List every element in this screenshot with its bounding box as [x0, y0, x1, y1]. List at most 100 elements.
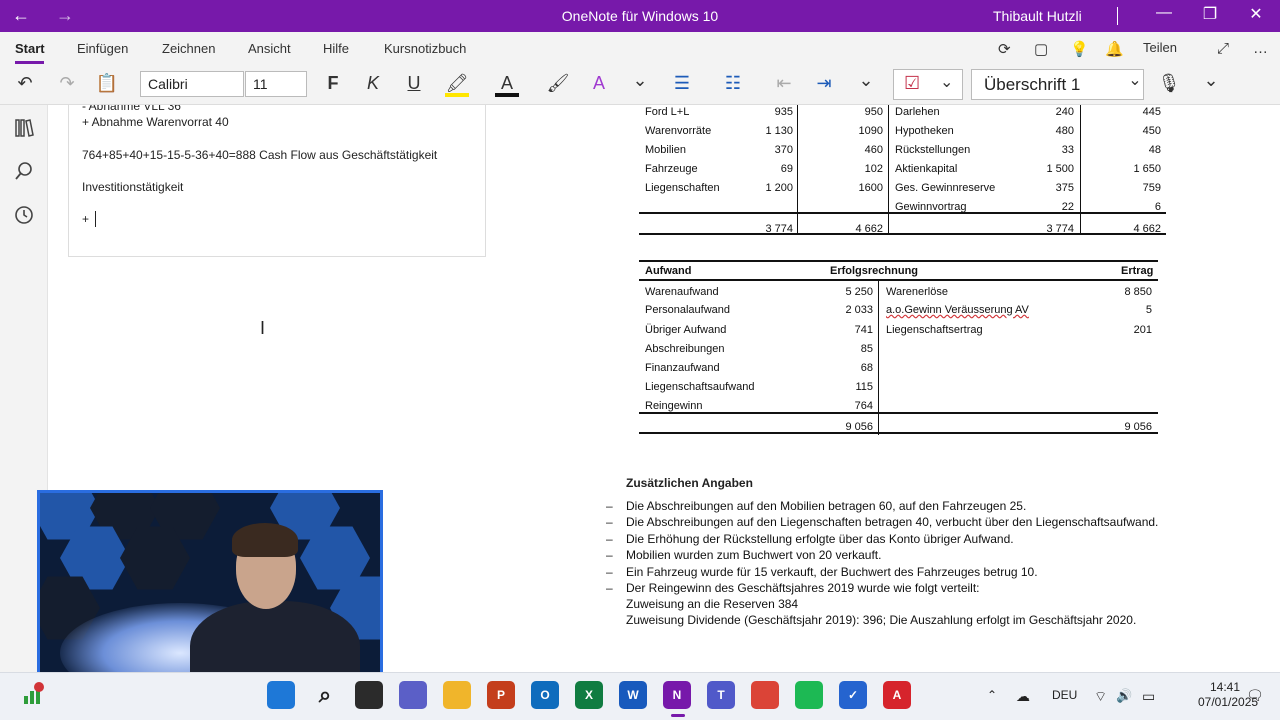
powerpoint-icon[interactable]: P	[487, 681, 515, 709]
excel-icon[interactable]: X	[575, 681, 603, 709]
meet-icon[interactable]	[399, 681, 427, 709]
numbering-icon[interactable]: ☷	[721, 73, 745, 94]
word-icon[interactable]: W	[619, 681, 647, 709]
bell-icon[interactable]: 🔔	[1105, 40, 1124, 58]
outlook-icon[interactable]: O	[531, 681, 559, 709]
idea-icon[interactable]: 💡	[1070, 40, 1089, 58]
mic-icon[interactable]: 🎙	[1157, 73, 1181, 94]
more-icon[interactable]: …	[1253, 40, 1268, 57]
ertrag-label: Warenerlöse	[886, 286, 948, 298]
todo-tag-dropdown[interactable]: ☑ ⌄	[893, 69, 963, 100]
recent-icon[interactable]	[12, 204, 36, 228]
expand-icon[interactable]: ⤢	[1217, 40, 1229, 57]
list-item[interactable]: Ein Fahrzeug wurde für 15 verkauft, der …	[626, 565, 1038, 579]
list-dash: –	[606, 581, 613, 595]
sync-icon[interactable]: ⟳	[998, 40, 1011, 58]
notebooks-icon[interactable]	[12, 117, 36, 141]
list-item[interactable]: Die Abschreibungen auf den Liegenschafte…	[626, 515, 1158, 529]
clear-format-icon[interactable]: A	[587, 73, 611, 94]
note-line[interactable]: - Abnahme VLL 36	[82, 105, 181, 113]
list-subitem[interactable]: Zuweisung an die Reserven 384	[626, 597, 798, 611]
chevron-down-icon[interactable]: ⌄	[1123, 70, 1147, 90]
undo-icon[interactable]: ↶	[13, 73, 37, 94]
close-icon[interactable]: ✕	[1241, 4, 1271, 24]
tab-zeichnen[interactable]: Zeichnen	[162, 41, 215, 56]
teams-icon[interactable]: T	[707, 681, 735, 709]
language-indicator[interactable]: DEU	[1052, 688, 1077, 702]
chevron-down-icon[interactable]: ⌄	[628, 70, 652, 91]
restore-icon[interactable]: ❐	[1195, 4, 1225, 24]
erfolgsrechnung-heading: Erfolgsrechnung	[830, 265, 919, 277]
widgets-icon[interactable]	[20, 680, 48, 708]
paste-icon[interactable]: 📋	[95, 73, 119, 94]
windows-start-icon[interactable]	[267, 681, 295, 709]
search-icon-glyph	[15, 162, 32, 180]
note-line[interactable]: Investitionstätigkeit	[82, 180, 183, 194]
aufwand-label: Abschreibungen	[645, 343, 725, 355]
bilanz-value: 460	[864, 144, 883, 156]
acrobat-icon[interactable]: A	[883, 681, 911, 709]
ertrag-value: 201	[1133, 324, 1152, 336]
system-clock[interactable]: 14:41 07/01/2025	[1198, 680, 1258, 710]
bullets-icon[interactable]: ☰	[670, 73, 694, 94]
font-size-input[interactable]: 11	[245, 71, 307, 97]
onenote-icon[interactable]: N	[663, 681, 691, 709]
cloud-icon[interactable]: ☁	[1016, 688, 1030, 705]
bold-button[interactable]: F	[321, 73, 345, 94]
user-name[interactable]: Thibault Hutzli	[993, 8, 1082, 24]
volume-icon[interactable]: 🔊	[1116, 688, 1132, 704]
italic-button[interactable]: K	[361, 73, 385, 94]
search-icon[interactable]	[12, 160, 36, 184]
list-item[interactable]: Der Reingewinn des Geschäftsjahres 2019 …	[626, 581, 980, 595]
file-explorer-icon[interactable]	[443, 681, 471, 709]
tab-start[interactable]: Start	[15, 41, 45, 56]
note-line[interactable]: + Abnahme Warenvorrat 40	[82, 115, 229, 129]
spotify-icon[interactable]	[795, 681, 823, 709]
todo-icon[interactable]: ✓	[839, 681, 867, 709]
list-item[interactable]: Die Abschreibungen auf den Mobilien betr…	[626, 499, 1026, 513]
clock-time: 14:41	[1209, 680, 1240, 694]
list-item[interactable]: Die Erhöhung der Rückstellung erfolgte ü…	[626, 532, 1014, 546]
font-color-icon[interactable]: A	[495, 73, 519, 97]
bilanz-label: Ges. Gewinnreserve	[895, 182, 996, 194]
notification-icon[interactable]: 🗨	[1246, 687, 1264, 704]
chevron-down-icon[interactable]: ⌄	[854, 70, 878, 91]
tab-ansicht[interactable]: Ansicht	[248, 41, 291, 56]
note-line[interactable]: 764+85+40+15-15-5-36+40=888 Cash Flow au…	[82, 148, 437, 162]
chevron-down-icon[interactable]: ⌄	[1199, 70, 1223, 91]
redo-icon[interactable]: ↷	[55, 73, 79, 94]
battery-icon[interactable]: ▭	[1142, 688, 1155, 705]
bilanz-value: 1 500	[1046, 163, 1074, 175]
bilanz-label: Aktienkapital	[895, 163, 958, 175]
tab-hilfe[interactable]: Hilfe	[323, 41, 349, 56]
wifi-icon[interactable]: ⌔	[1094, 688, 1107, 706]
ertrag-label: a.o.Gewinn Veräusserung AV	[886, 304, 1029, 316]
aufwand-value: 741	[854, 324, 873, 336]
list-dash: –	[606, 499, 613, 513]
bilanz-value: 102	[864, 163, 883, 175]
highlight-icon[interactable]: 🖍	[445, 73, 469, 97]
bilanz-value: 69	[780, 163, 793, 175]
task-view-icon[interactable]	[355, 681, 383, 709]
app-title: OneNote für Windows 10	[561, 8, 719, 24]
list-subitem[interactable]: Zuweisung Dividende (Geschäftsjahr 2019)…	[626, 613, 1136, 627]
share-button[interactable]: Teilen	[1143, 40, 1177, 55]
chrome-icon[interactable]	[751, 681, 779, 709]
list-item[interactable]: Mobilien wurden zum Buchwert von 20 verk…	[626, 548, 881, 562]
indent-icon[interactable]: ⇥	[812, 73, 836, 94]
ibeam-cursor-icon: Ι	[260, 318, 266, 338]
search-icon[interactable]: ⌕	[311, 681, 339, 709]
format-painter-icon[interactable]: 🖌	[546, 73, 570, 94]
tab-einfuegen[interactable]: Einfügen	[77, 41, 128, 56]
tab-kursnotizbuch[interactable]: Kursnotizbuch	[384, 41, 466, 56]
outdent-icon[interactable]: ⇤	[772, 73, 796, 94]
page-icon[interactable]: ▢	[1034, 40, 1048, 58]
chevron-up-icon[interactable]: ⌃	[987, 688, 997, 702]
underline-button[interactable]: U	[402, 73, 426, 94]
font-name-input[interactable]: Calibri	[140, 71, 244, 97]
style-dropdown[interactable]: Überschrift 1	[971, 69, 1144, 100]
ertrag-label: Liegenschaftsertrag	[886, 324, 983, 336]
minimize-icon[interactable]: —	[1149, 4, 1179, 22]
note-line[interactable]: +	[82, 212, 89, 226]
bilanz-label: Ford L+L	[645, 106, 690, 118]
